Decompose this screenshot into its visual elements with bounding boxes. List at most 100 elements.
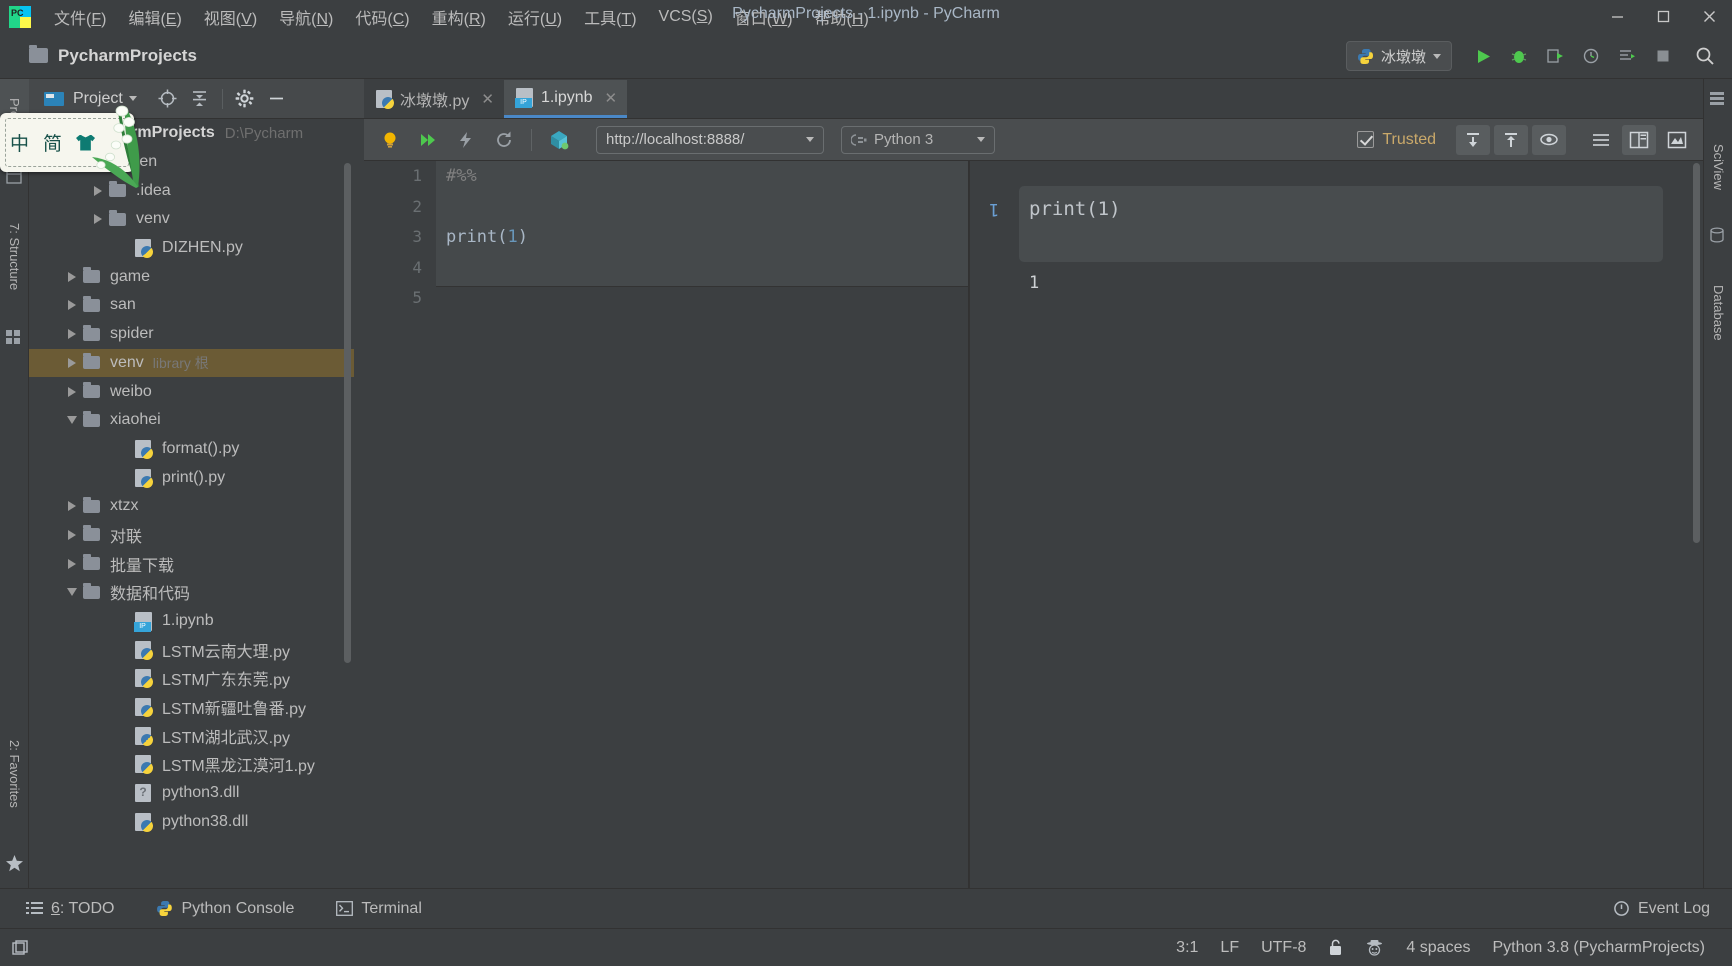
- move-cell-up-icon[interactable]: [1494, 124, 1528, 155]
- tree-row[interactable]: python3.dll: [29, 779, 354, 808]
- bottom-tab-todo[interactable]: 6: TODO: [10, 896, 130, 922]
- run-anything-icon[interactable]: [1610, 40, 1644, 72]
- shirt-icon[interactable]: [76, 134, 96, 151]
- notebook-source-empty-area[interactable]: [436, 286, 968, 888]
- run-all-cells-icon[interactable]: [411, 125, 445, 155]
- preview-eye-icon[interactable]: [1532, 124, 1566, 155]
- chevron-right-icon[interactable]: [61, 271, 83, 282]
- event-log-button[interactable]: Event Log: [1613, 900, 1732, 918]
- stop-icon[interactable]: [1646, 40, 1680, 72]
- chevron-right-icon[interactable]: [61, 357, 83, 368]
- database-icon[interactable]: [1709, 227, 1727, 245]
- tree-row[interactable]: LSTM黑龙江漠河1.py: [29, 750, 354, 779]
- chevron-down-icon[interactable]: [61, 588, 83, 597]
- ime-simplified-label[interactable]: 简: [43, 129, 62, 156]
- chevron-right-icon[interactable]: [87, 185, 109, 196]
- star-icon[interactable]: [5, 854, 23, 872]
- menu-run[interactable]: 运行(U): [497, 2, 573, 32]
- output-scrollbar[interactable]: [1693, 163, 1700, 543]
- tree-row[interactable]: 数据和代码: [29, 578, 354, 607]
- chevron-right-icon[interactable]: [61, 501, 83, 512]
- sidebar-item-structure[interactable]: 7: Structure: [0, 197, 29, 317]
- chevron-right-icon[interactable]: [61, 329, 83, 340]
- menu-view[interactable]: 视图(V): [193, 2, 268, 32]
- trusted-indicator[interactable]: Trusted: [1357, 131, 1436, 149]
- debug-icon[interactable]: [1502, 40, 1536, 72]
- maximize-button[interactable]: [1640, 0, 1686, 33]
- menu-code[interactable]: 代码(C): [344, 2, 420, 32]
- ime-mode-label[interactable]: 中: [10, 129, 29, 156]
- tree-row[interactable]: weibo: [29, 377, 354, 406]
- settings-gear-icon[interactable]: [230, 84, 260, 114]
- jupyter-icon[interactable]: [542, 125, 576, 155]
- interrupt-kernel-icon[interactable]: [449, 125, 483, 155]
- menu-tools[interactable]: 工具(T): [573, 2, 647, 32]
- chevron-right-icon[interactable]: [87, 214, 109, 225]
- run-icon[interactable]: [1466, 40, 1500, 72]
- indent-setting[interactable]: 4 spaces: [1395, 936, 1481, 960]
- tree-row[interactable]: 1.ipynb: [29, 607, 354, 636]
- bottom-tab-python-console[interactable]: Python Console: [140, 896, 310, 922]
- tree-row[interactable]: .idea: [29, 176, 354, 205]
- notebook-cell-source[interactable]: #%% print(1): [436, 161, 968, 286]
- sidebar-item-sciview[interactable]: SciView: [1704, 117, 1732, 217]
- profile-icon[interactable]: [1574, 40, 1608, 72]
- tree-row[interactable]: game: [29, 262, 354, 291]
- tree-row[interactable]: xtzx: [29, 492, 354, 521]
- tree-row[interactable]: venv: [29, 205, 354, 234]
- tree-row[interactable]: venv library 根: [29, 348, 354, 378]
- collapse-all-icon[interactable]: [185, 84, 215, 114]
- move-cell-down-icon[interactable]: [1456, 124, 1490, 155]
- tree-row[interactable]: LSTM新疆吐鲁番.py: [29, 693, 354, 722]
- tree-row[interactable]: python38.dll: [29, 808, 354, 837]
- tree-row[interactable]: LSTM广东东莞.py: [29, 664, 354, 693]
- menu-window[interactable]: 窗口(W): [724, 2, 804, 32]
- trusted-checkbox[interactable]: [1357, 131, 1375, 148]
- close-button[interactable]: [1686, 0, 1732, 33]
- python-interpreter-status[interactable]: Python 3.8 (PycharmProjects): [1481, 936, 1716, 960]
- tree-row[interactable]: LSTM湖北武汉.py: [29, 721, 354, 750]
- jupyter-server-url-selector[interactable]: http://localhost:8888/: [596, 125, 824, 154]
- notebook-source-pane[interactable]: 1 2 3 4 5 #%% print(1): [364, 161, 969, 888]
- file-encoding[interactable]: UTF-8: [1250, 936, 1317, 960]
- chevron-right-icon[interactable]: [61, 386, 83, 397]
- menu-refactor[interactable]: 重构(R): [421, 2, 497, 32]
- sciview-grid-icon[interactable]: [1709, 91, 1727, 109]
- locate-icon[interactable]: [153, 84, 183, 114]
- chevron-down-icon[interactable]: [128, 96, 137, 101]
- kernel-selector[interactable]: Python 3: [841, 125, 995, 154]
- chevron-right-icon[interactable]: [61, 300, 83, 311]
- chevron-right-icon[interactable]: [61, 558, 83, 569]
- chevron-down-icon[interactable]: [61, 416, 83, 425]
- chevron-right-icon[interactable]: [61, 529, 83, 540]
- editor-tab-bingdundun[interactable]: 冰墩墩.py ✕: [364, 80, 504, 118]
- restart-kernel-icon[interactable]: [487, 125, 521, 155]
- layout-split-icon[interactable]: [1622, 124, 1656, 155]
- minimize-button[interactable]: [1594, 0, 1640, 33]
- tree-row[interactable]: xiaohei: [29, 406, 354, 435]
- tree-row[interactable]: 对联: [29, 521, 354, 550]
- tree-row[interactable]: DIZHEN.py: [29, 234, 354, 263]
- menu-help[interactable]: 帮助(H): [804, 2, 880, 32]
- toggle-tool-windows-icon[interactable]: [10, 938, 30, 958]
- search-icon[interactable]: [1688, 40, 1722, 72]
- run-configuration-selector[interactable]: 冰墩墩: [1345, 41, 1452, 71]
- sidebar-item-database[interactable]: Database: [1704, 253, 1732, 373]
- tree-row[interactable]: spider: [29, 320, 354, 349]
- hide-panel-icon[interactable]: [262, 84, 292, 114]
- tree-row[interactable]: 批量下载: [29, 549, 354, 578]
- line-separator[interactable]: LF: [1209, 936, 1250, 960]
- hector-inspection-icon[interactable]: [1354, 936, 1395, 960]
- tree-row[interactable]: LSTM云南大理.py: [29, 635, 354, 664]
- editor-tab-1ipynb[interactable]: 1.ipynb ✕: [503, 80, 628, 118]
- bulb-icon[interactable]: [373, 125, 407, 155]
- unlocked-icon[interactable]: [1317, 936, 1354, 959]
- layout-source-only-icon[interactable]: [1584, 125, 1618, 155]
- ime-floating-bar[interactable]: 中 简: [0, 105, 140, 188]
- run-coverage-icon[interactable]: [1538, 40, 1572, 72]
- close-tab-icon[interactable]: ✕: [605, 89, 618, 107]
- menu-navigate[interactable]: 导航(N): [268, 2, 344, 32]
- bottom-tab-terminal[interactable]: Terminal: [320, 896, 437, 922]
- project-file-tree[interactable]: PycharmProjectsD:\Pycharmdizhen.ideavenv…: [29, 119, 354, 888]
- close-tab-icon[interactable]: ✕: [481, 90, 494, 108]
